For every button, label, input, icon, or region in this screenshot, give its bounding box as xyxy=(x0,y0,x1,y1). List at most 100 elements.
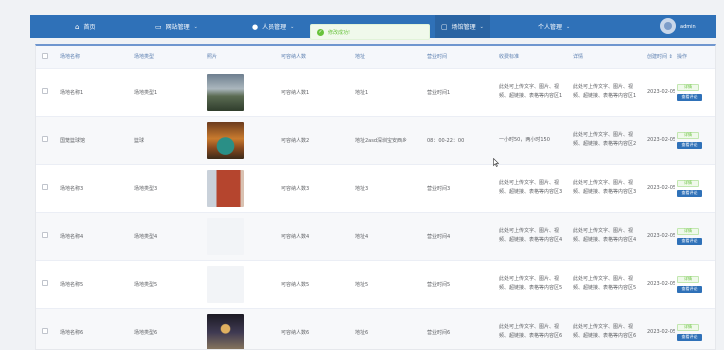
row-checkbox[interactable] xyxy=(42,88,48,94)
row-actions: 详情 查看评论 xyxy=(677,323,715,341)
view-reviews-button[interactable]: 查看评论 xyxy=(677,285,702,293)
cell-hours: 营业时间5 xyxy=(427,281,451,288)
row-checkbox[interactable] xyxy=(42,136,48,142)
nav-home[interactable]: ⌂ 首页 xyxy=(75,15,95,38)
detail-button[interactable]: 详情 xyxy=(677,227,699,235)
cell-actions: 详情 查看评论 xyxy=(675,308,715,349)
detail-button[interactable]: 详情 xyxy=(677,323,699,331)
col-address: 地址 xyxy=(353,46,425,69)
venue-photo[interactable] xyxy=(207,265,244,303)
chevron-down-icon: ⌄ xyxy=(290,23,295,30)
detail-button[interactable]: 详情 xyxy=(677,131,699,139)
row-checkbox[interactable] xyxy=(42,280,48,286)
chevron-down-icon: ⌄ xyxy=(479,23,484,30)
venue-photo[interactable] xyxy=(207,121,244,159)
cell-photo xyxy=(205,116,279,164)
success-toast: ✓ 修改成功! xyxy=(310,24,430,40)
venue-photo[interactable] xyxy=(207,217,244,255)
row-actions: 详情 查看评论 xyxy=(677,179,715,197)
cell-actions: 详情 查看评论 xyxy=(675,68,715,116)
cell-photo xyxy=(205,308,279,349)
nav-personal-management[interactable]: 个人管理 ⌄ xyxy=(538,15,570,38)
cell-hours: 营业时间4 xyxy=(427,233,451,240)
table-row: 场地名称4 场地类型4 可容纳人数4 地址4 营业时间4 此处可上传文字、图片、视频、超链… xyxy=(36,212,715,260)
cell-fee: 此处可上传文字、图片、视频、超链接、表格等内容区3 xyxy=(499,180,563,195)
nav-venue-management-label: 场馆管理 xyxy=(451,24,476,31)
cell-name: 国笼篮球馆 xyxy=(60,137,86,144)
venue-photo[interactable] xyxy=(207,313,244,349)
venue-table: 场地名称 场地类型 照片 可容纳人数 地址 营业时间 收费标准 详情 创建时间 … xyxy=(36,46,715,349)
table-header-row: 场地名称 场地类型 照片 可容纳人数 地址 营业时间 收费标准 详情 创建时间 … xyxy=(36,46,715,69)
venue-photo[interactable] xyxy=(207,169,244,207)
cell-capacity: 可容纳人数1 xyxy=(281,89,310,96)
cell-detail: 此处可上传文字、图片、视频、超链接、表格等内容区5 xyxy=(573,276,637,291)
table-row: 场地名称5 场地类型5 可容纳人数5 地址5 营业时间5 此处可上传文字、图片、视频、超链… xyxy=(36,260,715,308)
view-reviews-button[interactable]: 查看评论 xyxy=(677,333,702,341)
nav-site-management[interactable]: ▭ 网站管理 ⌄ xyxy=(155,15,198,38)
avatar[interactable] xyxy=(660,18,676,34)
select-all-cell[interactable] xyxy=(36,46,58,69)
cell-actions: 详情 查看评论 xyxy=(675,164,715,212)
detail-button[interactable]: 详情 xyxy=(677,83,699,91)
cell-created: 2023-02-05 1 xyxy=(647,185,675,191)
detail-button[interactable]: 详情 xyxy=(677,179,699,187)
cell-type: 篮球 xyxy=(134,137,145,144)
cell-detail: 此处可上传文字、图片、视频、超链接、表格等内容区3 xyxy=(573,180,637,195)
view-reviews-button[interactable]: 查看评论 xyxy=(677,237,702,245)
cell-type: 场地类型1 xyxy=(134,89,158,96)
cell-type: 场地类型3 xyxy=(134,185,158,192)
cell-address: 地址5 xyxy=(355,281,369,288)
cell-fee: 此处可上传文字、图片、视频、超链接、表格等内容区6 xyxy=(499,324,563,339)
row-select-cell[interactable] xyxy=(36,68,58,116)
row-actions: 详情 查看评论 xyxy=(677,131,715,149)
cell-type: 场地类型6 xyxy=(134,329,158,336)
cell-photo xyxy=(205,260,279,308)
cell-actions: 详情 查看评论 xyxy=(675,116,715,164)
view-reviews-button[interactable]: 查看评论 xyxy=(677,189,702,197)
row-checkbox[interactable] xyxy=(42,232,48,238)
cell-created: 2023-02-05 1 xyxy=(647,89,675,95)
row-select-cell[interactable] xyxy=(36,260,58,308)
select-all-checkbox[interactable] xyxy=(42,52,48,59)
nav-staff-management[interactable]: ● 人员管理 ⌄ xyxy=(252,15,294,38)
cell-name: 场地名称5 xyxy=(60,281,84,288)
chevron-down-icon: ⌄ xyxy=(566,23,571,30)
col-created[interactable]: 创建时间 ⇕ xyxy=(645,46,675,69)
row-select-cell[interactable] xyxy=(36,164,58,212)
row-select-cell[interactable] xyxy=(36,116,58,164)
row-checkbox[interactable] xyxy=(42,328,48,334)
view-reviews-button[interactable]: 查看评论 xyxy=(677,141,702,149)
row-select-cell[interactable] xyxy=(36,212,58,260)
col-fee: 收费标准 xyxy=(497,46,571,69)
cell-hours: 营业时间1 xyxy=(427,89,451,96)
cell-photo xyxy=(205,212,279,260)
cell-type: 场地类型5 xyxy=(134,281,158,288)
monitor-icon: ▭ xyxy=(155,22,162,31)
page-scrollbar[interactable] xyxy=(716,44,724,350)
cell-address: 地址2asd深圳宝安西乡 xyxy=(355,137,408,144)
cell-created: 2023-02-05 1 xyxy=(647,329,675,335)
row-actions: 详情 查看评论 xyxy=(677,227,715,245)
cell-fee: 此处可上传文字、图片、视频、超链接、表格等内容区4 xyxy=(499,228,563,243)
cell-fee: 此处可上传文字、图片、视频、超链接、表格等内容区5 xyxy=(499,276,563,291)
col-hours: 营业时间 xyxy=(425,46,497,69)
sort-icon[interactable]: ⇕ xyxy=(669,54,673,60)
cell-photo xyxy=(205,164,279,212)
row-checkbox[interactable] xyxy=(42,184,48,190)
venue-photo[interactable] xyxy=(207,73,244,111)
username[interactable]: admin xyxy=(680,15,696,38)
user-icon: ● xyxy=(252,22,259,31)
row-select-cell[interactable] xyxy=(36,308,58,349)
chevron-down-icon: ⌄ xyxy=(193,23,198,30)
cell-type: 场地类型4 xyxy=(134,233,158,240)
detail-button[interactable]: 详情 xyxy=(677,275,699,283)
nav-home-label: 首页 xyxy=(83,24,96,31)
col-photo: 照片 xyxy=(205,46,279,69)
cell-name: 场地名称4 xyxy=(60,233,84,240)
col-actions: 操作 xyxy=(675,46,715,69)
cell-actions: 详情 查看评论 xyxy=(675,260,715,308)
nav-site-management-label: 网站管理 xyxy=(165,24,190,31)
view-reviews-button[interactable]: 查看评论 xyxy=(677,93,702,101)
cell-hours: 08：00-22：00 xyxy=(427,137,465,144)
nav-venue-management[interactable]: ▢ 场馆管理 ⌄ xyxy=(435,15,490,38)
